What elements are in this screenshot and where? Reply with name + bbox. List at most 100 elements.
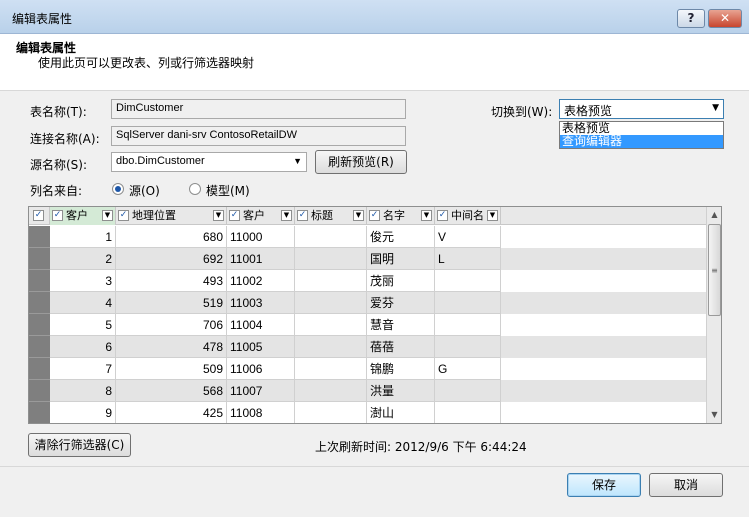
column-from-label: 列名来自: — [30, 184, 83, 198]
table-cell: 519 — [116, 292, 227, 314]
table-row[interactable]: 6 478 11005 蓓蓓 — [29, 336, 706, 358]
window-title: 编辑表属性 — [12, 12, 73, 26]
table-row[interactable]: 1 680 11000 俊元 V — [29, 226, 706, 248]
table-cell — [295, 226, 367, 248]
table-cell: 11005 — [227, 336, 295, 358]
check-icon[interactable]: ✓ — [33, 210, 44, 221]
row-selector[interactable] — [29, 336, 50, 358]
dropdown-option-query-editor[interactable]: 查询编辑器 — [560, 135, 723, 148]
vertical-scrollbar[interactable]: ▲ ≡ ▼ — [706, 207, 721, 423]
table-row[interactable]: 3 493 11002 茂丽 — [29, 270, 706, 292]
row-selector[interactable] — [29, 358, 50, 380]
page-subtitle: 使用此页可以更改表、列或行筛选器映射 — [38, 56, 255, 70]
table-cell: 11007 — [227, 380, 295, 402]
table-cell — [295, 402, 367, 423]
source-name-value: dbo.DimCustomer — [116, 155, 205, 167]
save-button[interactable]: 保存 — [567, 473, 641, 497]
column-header-title[interactable]: ✓ 标题 ▼ — [295, 207, 367, 225]
table-cell: 706 — [116, 314, 227, 336]
table-row[interactable]: 9 425 11008 澍山 — [29, 402, 706, 423]
column-header-geography[interactable]: ✓ 地理位置 ▼ — [116, 207, 227, 225]
radio-model[interactable] — [189, 183, 201, 195]
cancel-button[interactable]: 取消 — [649, 473, 723, 497]
table-cell — [295, 292, 367, 314]
check-icon[interactable]: ✓ — [118, 210, 129, 221]
row-selector[interactable] — [29, 402, 50, 423]
table-row[interactable]: 5 706 11004 慧音 — [29, 314, 706, 336]
table-cell: 7 — [50, 358, 116, 380]
switch-to-combo[interactable]: 表格预览 ▼ — [559, 99, 724, 119]
chevron-down-icon: ▼ — [293, 156, 302, 166]
row-selector[interactable] — [29, 248, 50, 270]
table-cell: 425 — [116, 402, 227, 423]
check-icon[interactable]: ✓ — [52, 210, 63, 221]
switch-to-label: 切换到(W): — [491, 105, 553, 119]
table-cell — [295, 336, 367, 358]
switch-to-dropdown: 表格预览 查询编辑器 — [559, 121, 724, 149]
source-name-combo[interactable]: dbo.DimCustomer ▼ — [111, 152, 307, 172]
connection-name-field: SqlServer dani-srv ContosoRetailDW — [111, 126, 406, 146]
last-refresh-text: 上次刷新时间: 2012/9/6 下午 6:44:24 — [315, 440, 527, 454]
row-selector[interactable] — [29, 380, 50, 402]
scroll-down-icon[interactable]: ▼ — [707, 407, 721, 423]
column-header-customer-key[interactable]: ✓ 客户 ▼ — [50, 207, 116, 225]
table-cell — [295, 358, 367, 380]
table-row[interactable]: 8 568 11007 洪量 — [29, 380, 706, 402]
row-selector[interactable] — [29, 292, 50, 314]
chevron-down-icon[interactable]: ▼ — [421, 210, 432, 221]
table-cell: 俊元 — [367, 226, 435, 248]
table-cell: 680 — [116, 226, 227, 248]
scroll-thumb[interactable]: ≡ — [708, 224, 721, 316]
row-selector[interactable] — [29, 226, 50, 248]
chevron-down-icon[interactable]: ▼ — [281, 210, 292, 221]
table-cell: 茂丽 — [367, 270, 435, 292]
scroll-up-icon[interactable]: ▲ — [707, 207, 721, 223]
table-cell: 11002 — [227, 270, 295, 292]
column-header-customer-alt[interactable]: ✓ 客户 ▼ — [227, 207, 295, 225]
table-cell: 5 — [50, 314, 116, 336]
table-cell: 1 — [50, 226, 116, 248]
table-cell: 澍山 — [367, 402, 435, 423]
check-icon[interactable]: ✓ — [297, 210, 308, 221]
table-cell: V — [435, 226, 501, 248]
table-cell: 6 — [50, 336, 116, 358]
help-button[interactable]: ? — [677, 9, 705, 28]
radio-source-label: 源(O) — [129, 184, 160, 198]
table-cell: 蓓蓓 — [367, 336, 435, 358]
close-button[interactable]: ✕ — [708, 9, 742, 28]
table-cell: G — [435, 358, 501, 380]
check-icon[interactable]: ✓ — [369, 210, 380, 221]
chevron-down-icon[interactable]: ▼ — [102, 210, 113, 221]
column-header-first-name[interactable]: ✓ 名字 ▼ — [367, 207, 435, 225]
table-cell: 爱芬 — [367, 292, 435, 314]
clear-row-filters-button[interactable]: 清除行筛选器(C) — [28, 433, 131, 457]
table-name-label: 表名称(T): — [30, 105, 87, 119]
refresh-preview-button[interactable]: 刷新预览(R) — [315, 150, 407, 174]
table-row[interactable]: 2 692 11001 国明 L — [29, 248, 706, 270]
chevron-down-icon[interactable]: ▼ — [353, 210, 364, 221]
chevron-down-icon[interactable]: ▼ — [487, 210, 498, 221]
row-selector[interactable] — [29, 314, 50, 336]
table-cell: 洪量 — [367, 380, 435, 402]
check-icon[interactable]: ✓ — [229, 210, 240, 221]
table-cell: 3 — [50, 270, 116, 292]
table-cell — [295, 314, 367, 336]
table-row[interactable]: 7 509 11006 锦鹏 G — [29, 358, 706, 380]
title-bar: 编辑表属性 ? ✕ — [0, 0, 749, 34]
source-name-label: 源名称(S): — [30, 158, 88, 172]
column-header-middle-name[interactable]: ✓ 中间名 ▼ — [435, 207, 501, 225]
table-cell: 692 — [116, 248, 227, 270]
table-row[interactable]: 4 519 11003 爱芬 — [29, 292, 706, 314]
connection-name-label: 连接名称(A): — [30, 132, 100, 146]
table-cell — [435, 380, 501, 402]
row-selector[interactable] — [29, 270, 50, 292]
select-all-header[interactable]: ✓ — [29, 207, 50, 225]
check-icon[interactable]: ✓ — [437, 210, 448, 221]
chevron-down-icon[interactable]: ▼ — [213, 210, 224, 221]
radio-model-label: 模型(M) — [206, 184, 250, 198]
dialog-footer: 保存 取消 — [0, 466, 749, 517]
table-cell: 493 — [116, 270, 227, 292]
radio-source[interactable] — [112, 183, 124, 195]
table-cell — [435, 270, 501, 292]
table-cell: 慧音 — [367, 314, 435, 336]
